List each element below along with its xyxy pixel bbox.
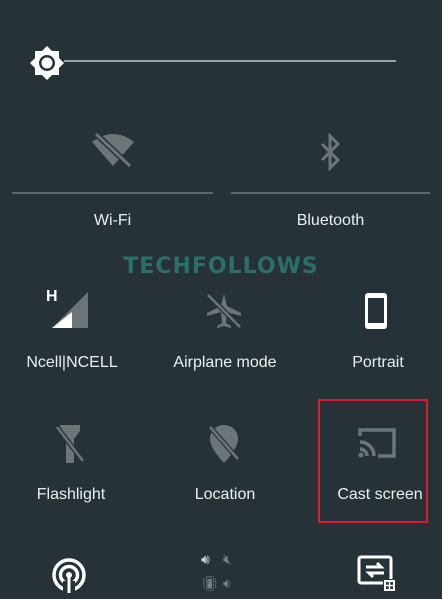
location-label[interactable]: Location xyxy=(150,486,300,504)
sound-mode-icons[interactable]: 🔊︎ 🔇︎ 📳︎ 🔉︎ xyxy=(199,551,249,597)
portrait-label[interactable]: Portrait xyxy=(318,354,438,372)
airplane-label[interactable]: Airplane mode xyxy=(150,354,300,372)
bluetooth-divider xyxy=(231,192,430,194)
screen-share-icon[interactable] xyxy=(356,554,398,594)
network-type-badge: H xyxy=(46,288,58,305)
portrait-phone-icon[interactable] xyxy=(360,290,392,332)
cast-highlight-box xyxy=(318,399,428,523)
wifi-off-icon[interactable] xyxy=(88,130,138,170)
brightness-slider[interactable] xyxy=(64,60,396,62)
watermark: TECHFOLLOWS xyxy=(123,254,319,279)
volume-on-icon: 🔊︎ xyxy=(201,551,210,567)
wifi-divider xyxy=(12,192,213,194)
bluetooth-icon[interactable] xyxy=(314,132,348,172)
cellular-label[interactable]: Ncell|NCELL xyxy=(12,354,132,372)
mute-icon: 🔇︎ xyxy=(223,551,232,567)
vibrate-icon: 📳︎ xyxy=(201,575,219,591)
location-off-icon[interactable] xyxy=(202,422,246,466)
volume-low-icon: 🔉︎ xyxy=(223,575,232,591)
bluetooth-label[interactable]: Bluetooth xyxy=(231,212,430,230)
airplane-icon[interactable] xyxy=(201,290,247,332)
cell-signal-icon[interactable]: H xyxy=(44,288,90,330)
flashlight-off-icon[interactable] xyxy=(50,422,90,466)
hotspot-icon[interactable] xyxy=(50,556,88,594)
brightness-icon xyxy=(29,45,65,81)
wifi-label[interactable]: Wi-Fi xyxy=(12,212,213,230)
flashlight-label[interactable]: Flashlight xyxy=(12,486,130,504)
